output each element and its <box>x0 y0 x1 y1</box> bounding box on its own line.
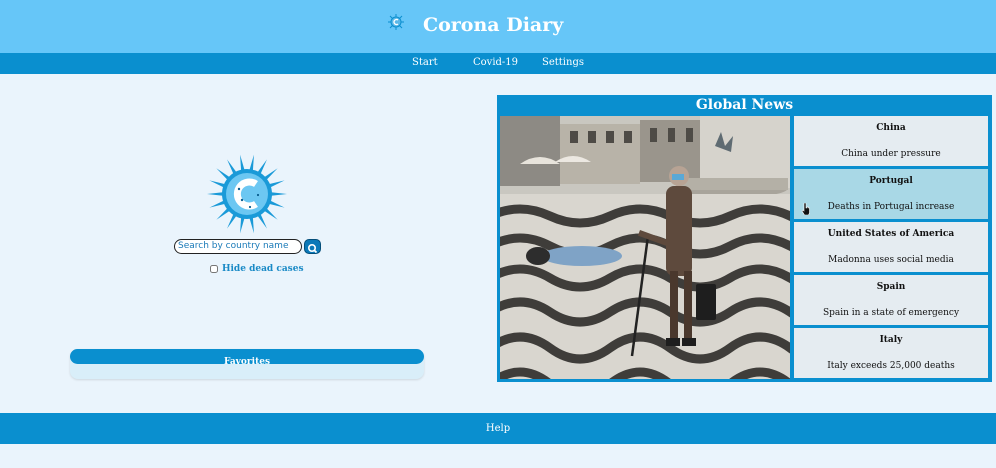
corona-virus-logo-icon <box>207 154 287 234</box>
global-news-title: Global News <box>695 97 794 113</box>
news-photo-image[interactable] <box>500 116 790 379</box>
news-list: China China under pressure Portugal Deat… <box>794 116 988 379</box>
news-item-country: China <box>876 123 906 133</box>
news-item-headline: Italy exceeds 25,000 deaths <box>827 361 955 371</box>
app-header: Corona Diary <box>0 0 996 53</box>
news-item-headline: Madonna uses social media <box>828 255 954 265</box>
favorites-title: Favorites <box>223 357 271 367</box>
news-item-headline: China under pressure <box>841 149 941 159</box>
news-item-headline: Spain in a state of emergency <box>822 308 960 318</box>
favorites-panel: Favorites <box>70 349 424 379</box>
news-item-portugal[interactable]: Portugal Deaths in Portugal increase <box>794 169 988 219</box>
app-title: Corona Diary <box>423 14 564 36</box>
global-news-panel: Global News China China under pressure P… <box>497 95 992 382</box>
favorites-header[interactable]: Favorites <box>70 349 424 367</box>
search-button[interactable] <box>304 239 321 254</box>
nav-item-settings[interactable]: Settings <box>542 57 584 68</box>
news-item-country: Italy <box>879 335 903 345</box>
news-item-united-states-of-america[interactable]: United States of America Madonna uses so… <box>794 222 988 272</box>
news-item-china[interactable]: China China under pressure <box>794 116 988 166</box>
news-item-country: United States of America <box>827 229 955 239</box>
main-nav: Start Covid-19 Settings <box>0 53 996 74</box>
search-icon <box>307 243 318 254</box>
corona-logo-icon[interactable] <box>388 14 404 30</box>
hand-cursor-icon <box>801 203 810 215</box>
hide-dead-cases-label[interactable]: Hide dead cases <box>222 264 304 274</box>
search-box <box>174 239 302 254</box>
news-item-country: Spain <box>876 282 906 292</box>
news-item-spain[interactable]: Spain Spain in a state of emergency <box>794 275 988 325</box>
help-link[interactable]: Help <box>0 423 996 434</box>
nav-item-start[interactable]: Start <box>412 57 438 68</box>
news-item-italy[interactable]: Italy Italy exceeds 25,000 deaths <box>794 328 988 378</box>
footer-bar: Help <box>0 413 996 444</box>
news-item-headline: Deaths in Portugal increase <box>827 202 955 212</box>
news-item-country: Portugal <box>869 176 913 186</box>
search-input[interactable] <box>178 240 298 252</box>
hide-dead-cases-checkbox[interactable] <box>210 265 218 273</box>
nav-item-covid-19[interactable]: Covid-19 <box>473 57 518 68</box>
